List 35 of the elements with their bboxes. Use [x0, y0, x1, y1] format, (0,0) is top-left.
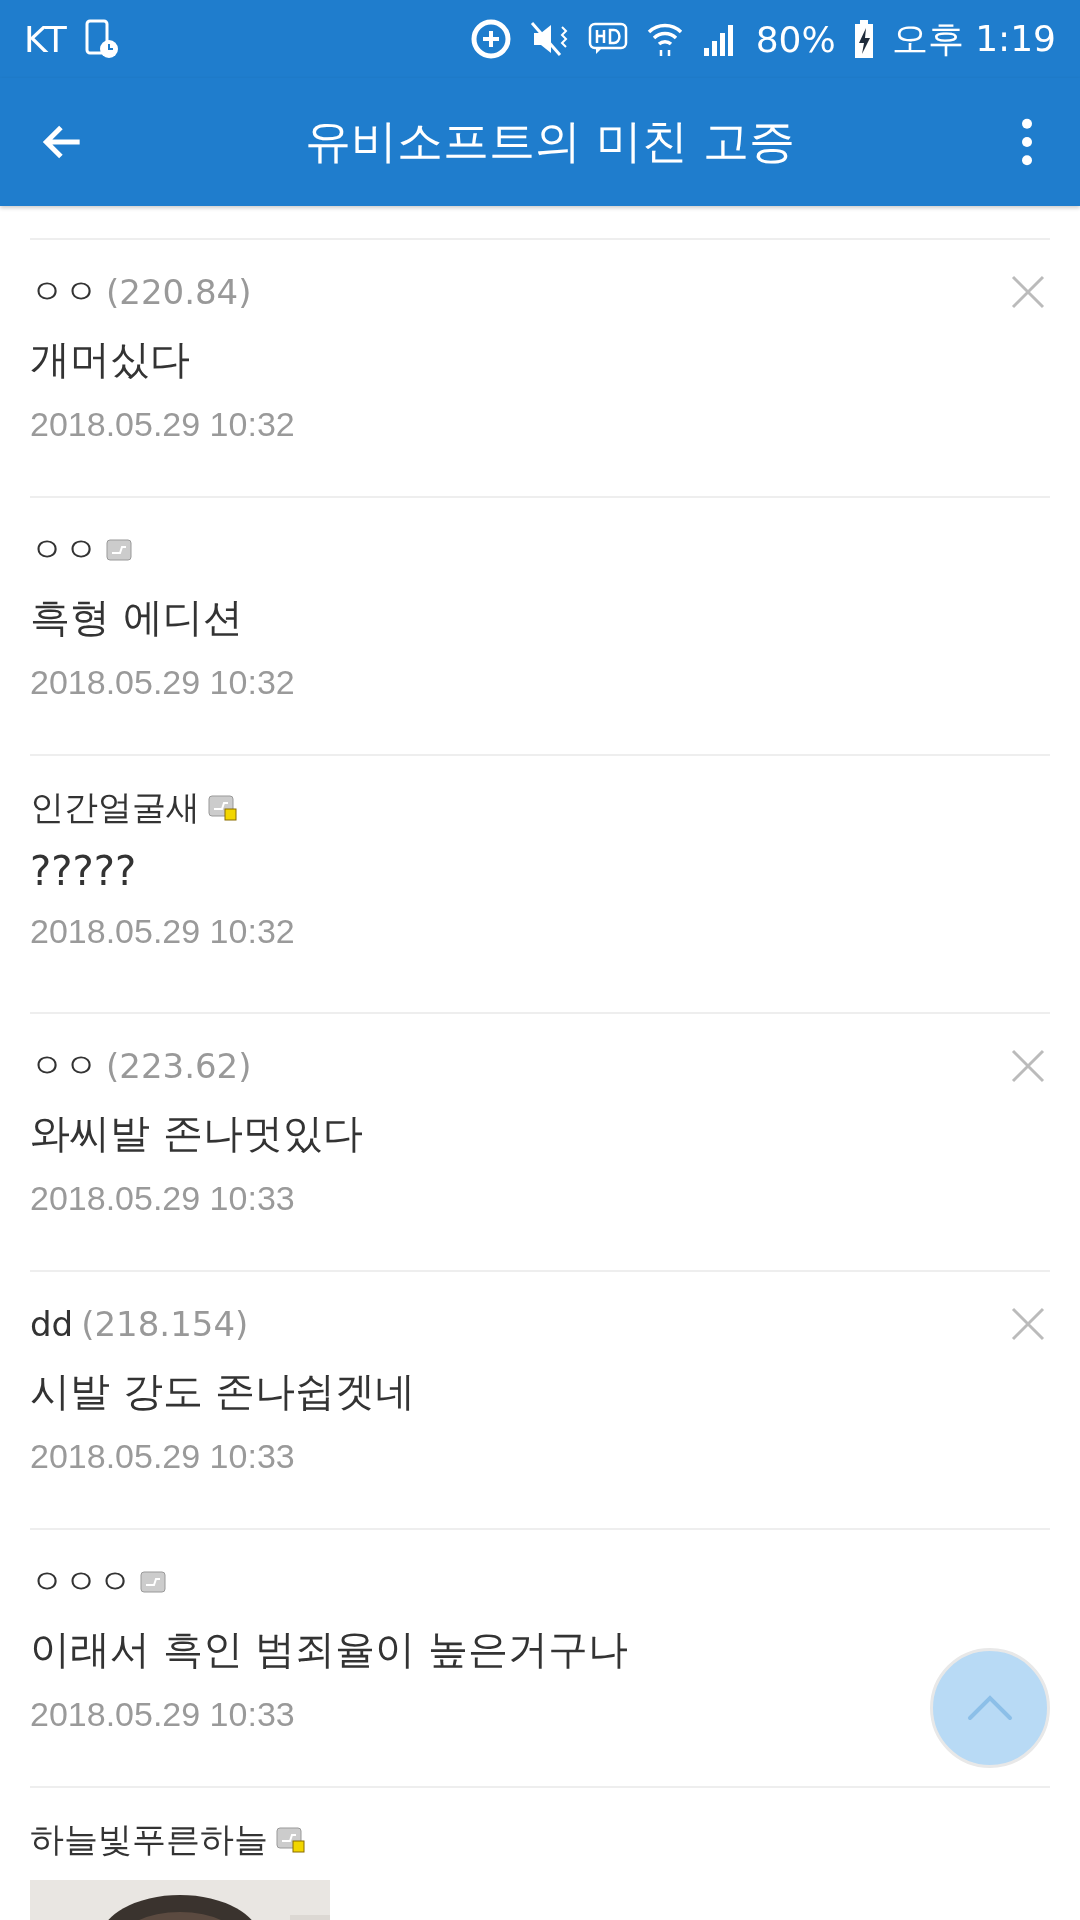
comment-text: 와씨발 존나멋있다: [30, 1109, 363, 1158]
clock-time: 오후 1:19: [891, 16, 1056, 61]
comment-author: ㅇㅇ: [30, 1044, 98, 1087]
comment-author: ㅇㅇ: [30, 528, 98, 571]
author-ip: (218.154): [81, 1304, 249, 1344]
close-icon: [1010, 274, 1046, 310]
page-title: 유비소프트의 미친 고증: [304, 113, 796, 170]
comment-date: 2018.05.29 10:33: [30, 1437, 295, 1476]
comment-date: 2018.05.29 10:32: [30, 405, 295, 444]
author-ip: (220.84): [106, 272, 252, 312]
comment-text: 개머싰다: [30, 335, 190, 384]
chevron-up-icon: [965, 1693, 1015, 1723]
comment-text: ?????: [30, 848, 137, 894]
comment-date: 2018.05.29 10:33: [30, 1695, 295, 1734]
comment-text: 시발 강도 존나쉽겟네: [30, 1367, 416, 1416]
comment-author: 인간얼굴새: [30, 786, 200, 829]
comment-author: ㅇㅇㅇ: [30, 1560, 132, 1603]
comment-author: ㅇㅇ: [30, 270, 98, 313]
close-icon: [1010, 1306, 1046, 1342]
comment-text: 흑형 에디션: [30, 593, 243, 642]
comment-date: 2018.05.29 10:32: [30, 663, 295, 702]
comment-text: 이래서 흑인 범죄율이 높은거구나: [30, 1625, 629, 1674]
carrier-name: KT: [24, 18, 67, 60]
comment-author: dd: [30, 1304, 74, 1344]
hd-voice-icon: [587, 22, 628, 56]
battery-charging-icon: [853, 20, 874, 58]
data-saver-icon: [469, 18, 512, 60]
comment-author: 하늘빛푸른하늘: [30, 1818, 268, 1861]
comment-date: 2018.05.29 10:33: [30, 1179, 295, 1218]
tablet-clock-icon: [84, 19, 119, 59]
mute-icon: [529, 21, 570, 57]
author-ip: (223.62): [106, 1046, 252, 1086]
comment-date: 2018.05.29 10:32: [30, 912, 295, 951]
battery-percent: 80%: [755, 18, 836, 60]
close-icon: [1010, 1048, 1046, 1084]
